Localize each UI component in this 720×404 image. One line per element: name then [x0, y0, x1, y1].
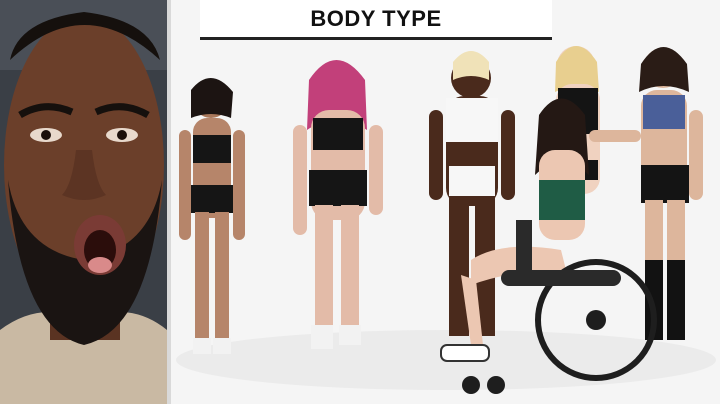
reaction-face-illustration	[0, 0, 167, 404]
reaction-cam-panel	[0, 0, 167, 404]
title-bar: BODY TYPE	[200, 0, 552, 40]
lineup-illustration	[171, 0, 720, 404]
title-text: BODY TYPE	[310, 5, 442, 31]
video-stage	[171, 0, 720, 404]
